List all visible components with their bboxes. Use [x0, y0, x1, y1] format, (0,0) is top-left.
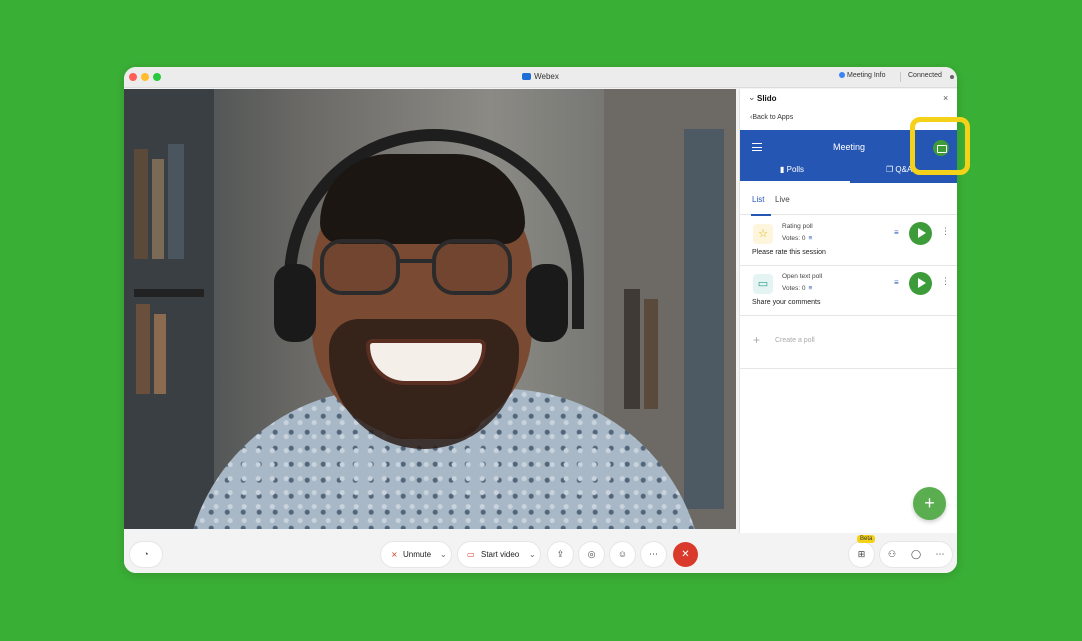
person-hair — [320, 154, 525, 244]
comment-icon: ▭ — [753, 274, 773, 294]
poll-question: Share your comments — [752, 299, 821, 306]
status-dot-icon — [950, 75, 954, 79]
book — [136, 304, 150, 394]
book — [644, 299, 658, 409]
mic-muted-icon: ⨯ — [391, 550, 398, 559]
filter-icon: ≡ — [808, 285, 813, 292]
book — [168, 144, 184, 259]
participant-video — [124, 89, 736, 529]
headset-earcup — [526, 264, 568, 342]
beta-badge: Beta — [857, 535, 876, 543]
activate-poll-button[interactable] — [909, 222, 932, 245]
title-bar: Webex Meeting Info Connected — [124, 67, 957, 88]
share-icon[interactable]: ⇪ — [548, 542, 573, 567]
tab-qa[interactable]: ❐ Q&A — [886, 165, 912, 174]
book — [134, 149, 148, 259]
chevron-down-icon[interactable]: ⌄ — [748, 92, 756, 103]
subtab-live[interactable]: Live — [775, 195, 790, 204]
more-options-icon[interactable]: ⋮ — [941, 226, 950, 237]
record-icon[interactable]: ◎ — [579, 542, 604, 567]
chevron-down-icon[interactable]: ⌄ — [529, 542, 536, 567]
chevron-down-icon[interactable]: ⌄ — [440, 542, 447, 567]
unmute-button[interactable]: ⨯ Unmute ⌄ — [381, 542, 451, 567]
tab-polls[interactable]: ▮ Polls — [780, 165, 804, 174]
start-video-button[interactable]: ▭ Start video ⌄ — [458, 542, 540, 567]
more-panels-icon[interactable]: ⋯ — [928, 542, 952, 567]
highlight-callout — [910, 117, 970, 175]
book — [152, 159, 164, 259]
video-off-icon: ▭ — [467, 550, 475, 559]
subtab-list[interactable]: List — [752, 195, 764, 204]
panel-toggle-group: ⚇ ◯ ⋯ — [880, 542, 952, 567]
person-smile — [366, 339, 486, 385]
create-poll-label: Create a poll — [775, 337, 815, 344]
book — [624, 289, 640, 409]
end-call-button[interactable]: ✕ — [673, 542, 698, 567]
more-options-icon[interactable]: ⋮ — [941, 276, 950, 287]
bar-chart-icon: ▮ — [780, 165, 787, 174]
glasses-bridge — [396, 259, 436, 263]
results-icon[interactable]: ≡ — [894, 278, 899, 287]
poll-type: Open text poll — [782, 273, 823, 280]
activate-poll-button[interactable] — [909, 272, 932, 295]
back-to-apps-link[interactable]: ‹Back to Apps — [750, 114, 793, 121]
create-poll-row[interactable]: + Create a poll — [740, 317, 957, 369]
meeting-info-button[interactable]: Meeting Info — [839, 72, 886, 79]
people-icon[interactable]: ◔ — [130, 542, 162, 567]
add-button[interactable]: + — [913, 487, 946, 520]
poll-item[interactable]: ☆ Rating poll Votes: 0 ≡ Please rate this… — [740, 216, 957, 266]
chat-icon[interactable]: ◯ — [904, 542, 928, 567]
connection-status: Connected — [908, 72, 942, 79]
sub-tabs: List Live — [740, 195, 957, 216]
book — [154, 314, 166, 394]
poll-type: Rating poll — [782, 223, 813, 230]
poll-item[interactable]: ▭ Open text poll Votes: 0 ≡ Share your co… — [740, 266, 957, 316]
glasses-lens — [432, 239, 512, 295]
active-tab-indicator — [740, 181, 850, 183]
chat-bubbles-icon: ❐ — [886, 165, 896, 174]
panel-header: ⌄ Slido × — [740, 89, 957, 109]
headset-earcup — [274, 264, 316, 342]
shelf-board — [134, 289, 204, 297]
info-icon — [839, 72, 845, 78]
divider — [900, 72, 901, 82]
meeting-controls: ◔ ⨯ Unmute ⌄ ▭ Start video ⌄ ⇪ ◎ ☺ ⋯ ✕ ⊞… — [124, 533, 957, 573]
door — [684, 129, 724, 509]
filter-icon: ≡ — [808, 235, 813, 242]
app-title: Webex — [124, 72, 957, 81]
poll-votes: Votes: 0 ≡ — [782, 235, 813, 242]
reactions-icon[interactable]: ☺ — [610, 542, 635, 567]
poll-votes: Votes: 0 ≡ — [782, 285, 813, 292]
star-icon: ☆ — [753, 224, 773, 244]
apps-icon[interactable]: ⊞ — [849, 542, 874, 567]
results-icon[interactable]: ≡ — [894, 228, 899, 237]
panel-title: Slido — [757, 94, 777, 103]
close-icon[interactable]: × — [943, 93, 948, 103]
webex-window: Webex Meeting Info Connected ⌄ Slido × ‹… — [124, 67, 957, 573]
more-icon[interactable]: ⋯ — [641, 542, 666, 567]
participants-icon[interactable]: ⚇ — [880, 542, 904, 567]
poll-question: Please rate this session — [752, 249, 826, 256]
webex-logo-icon — [522, 73, 532, 80]
glasses-lens — [320, 239, 400, 295]
plus-icon: + — [753, 333, 761, 347]
